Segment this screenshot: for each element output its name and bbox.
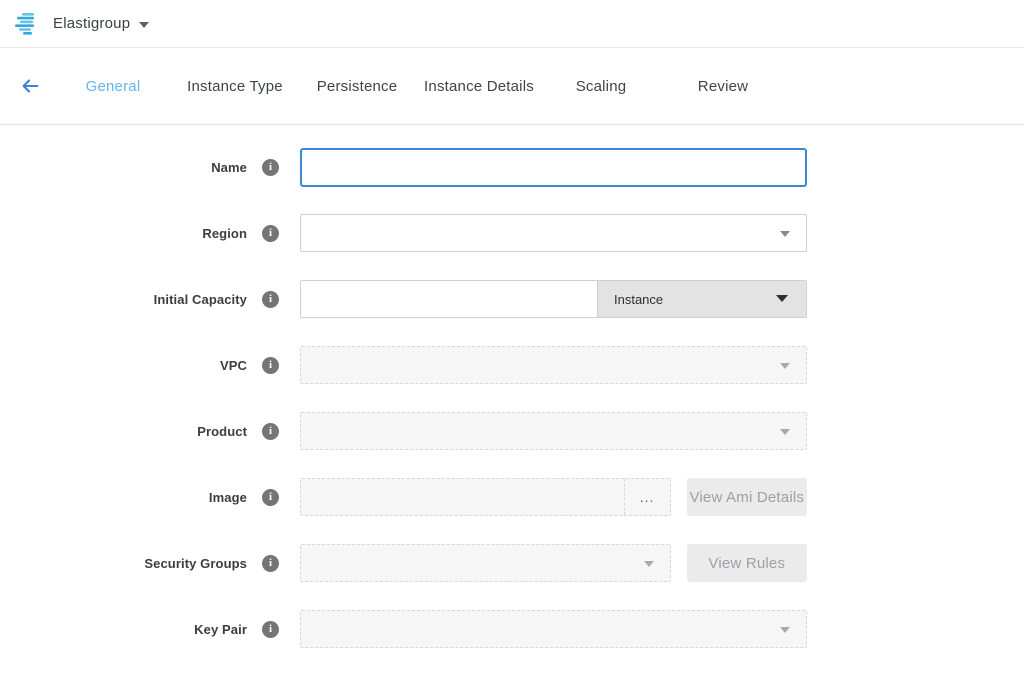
capacity-unit-value: Instance [614,292,663,307]
chevron-down-icon [780,231,790,237]
product-row: Product i [0,398,1024,464]
top-bar: Elastigroup [0,0,1024,48]
security-groups-select[interactable] [300,544,671,582]
info-glyph: i [269,491,272,503]
image-row: Image i ... View Ami Details [0,464,1024,530]
tab-scaling[interactable]: Scaling [540,78,662,95]
name-label: Name [0,160,247,175]
region-select[interactable] [300,214,807,252]
key-pair-label: Key Pair [0,622,247,637]
image-field: ... [300,478,671,516]
general-settings-form: Name i Region i Initial Capacity i Insta… [0,125,1024,662]
security-groups-label: Security Groups [0,556,247,571]
view-rules-button[interactable]: View Rules [687,544,807,582]
image-value [301,479,624,515]
chevron-down-icon [780,363,790,369]
back-button[interactable] [19,75,41,97]
image-browse-button[interactable]: ... [624,479,670,515]
tab-list: General Instance Type Persistence Instan… [52,78,784,95]
chevron-down-icon [644,561,654,567]
key-pair-select[interactable] [300,610,807,648]
name-input[interactable] [300,148,807,187]
chevron-down-icon [776,295,788,302]
key-pair-row: Key Pair i [0,596,1024,662]
initial-capacity-info-icon[interactable]: i [262,291,279,308]
info-glyph: i [269,227,272,239]
wizard-tab-bar: General Instance Type Persistence Instan… [0,48,1024,125]
name-row: Name i [0,134,1024,200]
security-groups-row: Security Groups i View Rules [0,530,1024,596]
region-row: Region i [0,200,1024,266]
tab-general[interactable]: General [52,78,174,95]
arrow-left-icon [19,75,41,97]
info-glyph: i [269,557,272,569]
info-glyph: i [269,359,272,371]
info-glyph: i [269,623,272,635]
chevron-down-icon [780,627,790,633]
tab-persistence[interactable]: Persistence [296,78,418,95]
vpc-row: VPC i [0,332,1024,398]
chevron-down-icon [139,22,149,28]
info-glyph: i [269,161,272,173]
app-name: Elastigroup [53,15,130,32]
key-pair-info-icon[interactable]: i [262,621,279,638]
product-info-icon[interactable]: i [262,423,279,440]
product-select[interactable] [300,412,807,450]
vpc-label: VPC [0,358,247,373]
product-label: Product [0,424,247,439]
tab-instance-details[interactable]: Instance Details [418,78,540,95]
vpc-select[interactable] [300,346,807,384]
chevron-down-icon [780,429,790,435]
capacity-unit-select[interactable]: Instance [597,281,806,317]
info-glyph: i [269,293,272,305]
image-label: Image [0,490,247,505]
region-info-icon[interactable]: i [262,225,279,242]
vpc-info-icon[interactable]: i [262,357,279,374]
elastigroup-logo-icon [15,12,41,36]
region-label: Region [0,226,247,241]
initial-capacity-row: Initial Capacity i Instance [0,266,1024,332]
initial-capacity-input[interactable] [301,281,597,317]
view-ami-details-button[interactable]: View Ami Details [687,478,807,516]
initial-capacity-label: Initial Capacity [0,292,247,307]
image-info-icon[interactable]: i [262,489,279,506]
tab-review[interactable]: Review [662,78,784,95]
app-switcher[interactable]: Elastigroup [15,12,149,36]
tab-instance-type[interactable]: Instance Type [174,78,296,95]
name-info-icon[interactable]: i [262,159,279,176]
security-groups-info-icon[interactable]: i [262,555,279,572]
info-glyph: i [269,425,272,437]
